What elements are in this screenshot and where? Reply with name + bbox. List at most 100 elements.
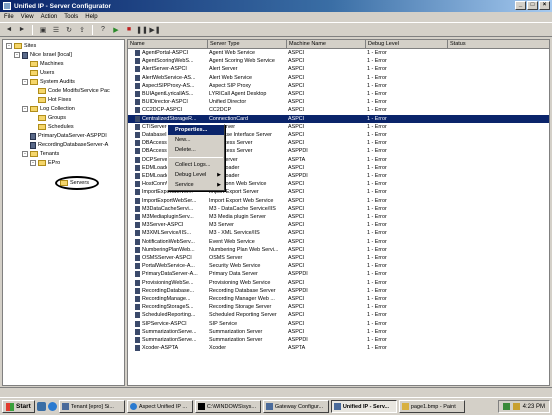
collapse-icon[interactable]: - <box>14 52 20 58</box>
back-icon[interactable]: ◄ <box>4 25 14 35</box>
table-row[interactable]: SIPService-ASPCI SIP Service ASPCI 1 - Erro… <box>128 320 549 328</box>
cell-debug-level-text: 1 - Error <box>367 156 387 163</box>
table-row[interactable]: SummarizationServe... Summarization Serve… <box>128 336 549 344</box>
tree-item-machines[interactable]: Machines <box>30 60 64 68</box>
table-row[interactable]: AgentScoringWebS... Agent Scoring Web Ser… <box>128 57 549 65</box>
collapse-icon[interactable]: - <box>6 43 12 49</box>
restart-icon[interactable]: ▶❚ <box>149 25 160 35</box>
menu-item-debug-level[interactable]: Debug Level ▶ <box>168 170 224 180</box>
network-icon[interactable] <box>502 403 510 410</box>
minimize-icon[interactable]: _ <box>515 1 526 10</box>
browser-icon[interactable] <box>47 402 57 411</box>
table-row[interactable]: AspectSIPProxy-AS... Aspect SIP Proxy ASPC… <box>128 82 549 90</box>
task-button-aspect[interactable]: Aspect Unified IP ... <box>126 400 193 413</box>
table-row[interactable]: RecordingManage... Recording Manager Web … <box>128 295 549 303</box>
table-row[interactable]: AlertServer-ASPCI Alert Server ASPCI 1 - Er… <box>128 65 549 73</box>
server-list[interactable]: Name Server Type Machine Name Debug Leve… <box>127 39 550 386</box>
menu-tools[interactable]: Tools <box>64 14 78 20</box>
task-button-server-configurator[interactable]: Unified IP - Serv... <box>330 400 397 413</box>
table-row[interactable]: Xcoder-ASPTA Xcoder ASPTA 1 - Error <box>128 344 549 352</box>
table-row[interactable]: M3Server-ASPCI M3 Server ASPCI 1 - Error <box>128 221 549 229</box>
speaker-icon[interactable] <box>512 403 520 410</box>
run-icon[interactable]: ▶ <box>111 25 121 35</box>
table-row[interactable]: OSMSServer-ASPCI OSMS Server ASPCI 1 - Erro… <box>128 254 549 262</box>
tree-item-sites[interactable]: - Sites <box>6 42 36 50</box>
collapse-icon[interactable]: - <box>22 151 28 157</box>
start-button[interactable]: Start <box>2 400 35 413</box>
title-bar[interactable]: Unified IP - Server Configurator _ □ × <box>0 0 552 12</box>
tree-item-hot-fixes[interactable]: Hot Fixes <box>38 96 71 104</box>
task-button-cmd[interactable]: C:\WINDOWS\sys... <box>194 400 261 413</box>
column-header-name[interactable]: Name <box>128 40 208 49</box>
menu-item-delete[interactable]: Delete... <box>168 145 224 155</box>
maximize-icon[interactable]: □ <box>527 1 538 10</box>
column-header-server-type[interactable]: Server Type <box>208 40 287 49</box>
tree-item-site-local[interactable]: - Nice Israel [local] <box>14 51 72 59</box>
clock[interactable]: 4:23 PM <box>523 404 545 410</box>
task-button-paint[interactable]: page1.bmp - Paint <box>398 400 465 413</box>
table-row[interactable]: BUIDirector-ASPCI Unified Director ASPCI 1 … <box>128 98 549 106</box>
menu-item-service[interactable]: Service ▶ <box>168 180 224 190</box>
table-row[interactable]: PrimaryDataServer-A... Primary Data Serve… <box>128 270 549 278</box>
tree-item-primary-data-server[interactable]: PrimaryDataServer-ASPPDI <box>30 132 107 140</box>
column-header-status[interactable]: Status <box>448 40 549 49</box>
tree-pane[interactable]: - Sites - Nice Israel [local] Machines U… <box>2 39 125 386</box>
show-desktop-icon[interactable] <box>36 402 46 411</box>
table-row[interactable]: PortalWebService-A... Security Web Servic… <box>128 262 549 270</box>
tree-item-epro[interactable]: - EPro <box>30 159 60 167</box>
collapse-icon[interactable]: - <box>22 106 28 112</box>
properties-icon[interactable]: ☰ <box>51 25 61 35</box>
cell-machine-name-text: ASPPDI <box>288 287 308 294</box>
table-row[interactable]: AgentPortal-ASPCI Agent Web Service ASPCI 1… <box>128 49 549 57</box>
table-row[interactable]: NotificationWebServ... Event Web Service A… <box>128 238 549 246</box>
menu-item-properties[interactable]: Properties... <box>168 125 224 135</box>
table-row[interactable]: ProvisioningWebSe... Provisioning Web Ser… <box>128 279 549 287</box>
table-row[interactable]: M3DataCacheServi... M3 - DataCache Servic… <box>128 205 549 213</box>
table-row[interactable]: CC2DCP-ASPCI CC2DCP ASPCI 1 - Error <box>128 106 549 114</box>
help-icon[interactable]: ? <box>98 25 108 35</box>
table-row[interactable]: SummarizationServe... Summarization Serve… <box>128 328 549 336</box>
tree-item-recording-db-server[interactable]: RecordingDatabaseServer-A <box>30 141 108 149</box>
menu-action[interactable]: Action <box>41 14 58 20</box>
table-row[interactable]: RecordingDatabase... Recording Database S… <box>128 287 549 295</box>
menu-item-collect-logs[interactable]: Collect Logs... <box>168 160 224 170</box>
table-row[interactable]: AlertWebService-AS... Alert Web Service AS… <box>128 74 549 82</box>
forward-icon[interactable]: ► <box>17 25 27 35</box>
table-row[interactable]: NumberingPlanWeb... Numbering Plan Web Se… <box>128 246 549 254</box>
menu-file[interactable]: File <box>4 14 14 20</box>
stop-icon[interactable]: ■ <box>124 25 134 35</box>
table-row[interactable]: ImportExportWebSer... Import Export Web S… <box>128 197 549 205</box>
cell-machine-name: ASPCI <box>287 263 366 269</box>
table-row[interactable]: M3XMLService/IIS... M3 - XML Service/IIS A… <box>128 229 549 237</box>
cell-machine-name-text: ASPPDI <box>288 271 308 278</box>
tree-item-groups[interactable]: Groups <box>38 114 66 122</box>
close-icon[interactable]: × <box>539 1 550 10</box>
task-button-gateway[interactable]: Gateway Configur... <box>262 400 329 413</box>
up-folder-icon[interactable]: ▣ <box>38 25 48 35</box>
refresh-icon[interactable]: ↻ <box>64 25 74 35</box>
menu-view[interactable]: View <box>21 14 34 20</box>
collapse-icon[interactable]: - <box>30 160 36 166</box>
menu-help[interactable]: Help <box>85 14 97 20</box>
column-header-machine-name[interactable]: Machine Name <box>287 40 366 49</box>
table-row[interactable]: BUIAgentLyricallAS... LYRICall Agent Desk… <box>128 90 549 98</box>
tree-item-tenants[interactable]: - Tenants <box>22 150 59 158</box>
table-row[interactable]: ScheduledReporting... Scheduled Reporting… <box>128 311 549 319</box>
tree-item-users[interactable]: Users <box>30 69 54 77</box>
export-icon[interactable]: ⇪ <box>77 25 87 35</box>
cell-server-type-text: Primary Data Server <box>209 271 258 278</box>
menu-item-new[interactable]: New... <box>168 135 224 145</box>
tree-item-code-modifs[interactable]: Code Modifs/Service Pac <box>38 87 110 95</box>
tree-item-system-audits[interactable]: - System Audits <box>22 78 75 86</box>
collapse-icon[interactable]: - <box>22 79 28 85</box>
table-row[interactable]: RecordingStorageS... Recording Storage Se… <box>128 303 549 311</box>
tree-item-schedules[interactable]: Schedules <box>38 123 74 131</box>
cell-server-type-text: Alert Web Service <box>209 74 253 81</box>
pause-icon[interactable]: ❚❚ <box>136 25 148 35</box>
table-row[interactable]: CentralizedStorageR... ConnectionCard ASPC… <box>128 114 549 123</box>
tree-item-label: PrimaryDataServer-ASPPDI <box>38 133 107 139</box>
tree-item-log-collection[interactable]: - Log Collection <box>22 105 75 113</box>
task-button-tenant[interactable]: Tenant [epro] Si... <box>58 400 125 413</box>
table-row[interactable]: M3MediapluginServ... M3 Media plugin Serv… <box>128 213 549 221</box>
column-header-debug-level[interactable]: Debug Level <box>366 40 448 49</box>
